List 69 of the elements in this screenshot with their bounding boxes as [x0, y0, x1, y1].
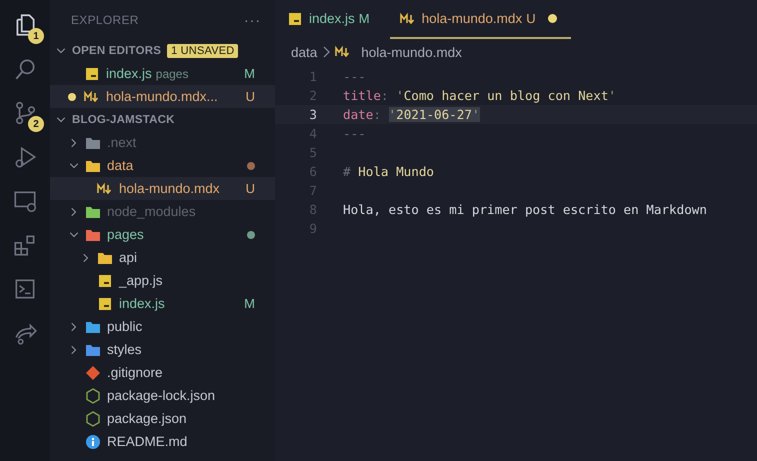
- file-item[interactable]: hola-mundo.mdx U: [50, 177, 275, 200]
- file-item[interactable]: package-lock.json: [50, 384, 275, 407]
- folder-item[interactable]: styles: [50, 338, 275, 361]
- more-actions-button[interactable]: ···: [244, 12, 261, 28]
- folder-name: styles: [107, 342, 143, 357]
- git-icon: [85, 364, 101, 380]
- git-status: M: [244, 296, 255, 311]
- code-line: ---: [343, 69, 366, 84]
- file-item[interactable]: package.json: [50, 407, 275, 430]
- info-icon: [85, 434, 101, 450]
- folder-name: api: [119, 250, 138, 265]
- code-line: date: '2021-06-27': [343, 107, 480, 122]
- line-number: 3: [308, 107, 318, 122]
- markdown-icon: [400, 10, 416, 26]
- open-editor-item[interactable]: hola-mundo.mdx... U: [50, 85, 275, 108]
- code-line: title: 'Como hacer un blog con Next': [343, 88, 616, 103]
- panel-title: EXPLORER: [71, 12, 139, 26]
- text-selection: '2021-06-27': [388, 107, 480, 122]
- code-line: Hola, esto es mi primer post escrito en Markdown: [343, 202, 707, 217]
- section-title: OPEN EDITORS: [72, 44, 162, 56]
- markdown-icon: [97, 180, 113, 196]
- folder-item[interactable]: public: [50, 315, 275, 338]
- breadcrumb-item[interactable]: hola-mundo.mdx: [361, 44, 462, 60]
- folder-item[interactable]: api: [50, 246, 275, 269]
- file-name: _app.js: [119, 273, 164, 288]
- file-name: hola-mundo.mdx...: [106, 89, 219, 104]
- git-status: U: [246, 89, 255, 104]
- folder-item[interactable]: pages: [50, 223, 275, 246]
- folder-path: pages: [156, 66, 190, 80]
- folder-item[interactable]: data: [50, 154, 275, 177]
- folder-name: node_modules: [107, 204, 197, 219]
- breadcrumb-item[interactable]: data: [291, 44, 318, 60]
- js-file-icon: [97, 272, 113, 288]
- file-item[interactable]: index.js M: [50, 292, 275, 315]
- git-status: M: [244, 66, 255, 81]
- node-icon: [85, 388, 101, 404]
- open-editor-item[interactable]: index.js pages M: [50, 62, 275, 85]
- file-name: hola-mundo.mdx: [119, 181, 221, 196]
- folder-name: public: [107, 319, 144, 334]
- file-name: package.json: [107, 411, 188, 426]
- git-status: U: [246, 181, 255, 196]
- file-name: index.js: [106, 66, 152, 81]
- node-icon: [85, 410, 101, 426]
- code-line: ---: [343, 126, 366, 141]
- file-name: package-lock.json: [107, 388, 216, 403]
- js-file-icon: [97, 296, 113, 312]
- folder-name: .next: [107, 135, 138, 150]
- count-badge: 2: [28, 116, 44, 132]
- file-name: README.md: [107, 434, 188, 449]
- count-badge: 1: [28, 28, 44, 44]
- code-line: # Hola Mundo: [343, 164, 434, 179]
- editor-tab[interactable]: index.js M: [275, 0, 382, 39]
- file-name: index.js: [119, 296, 166, 311]
- markdown-icon: [84, 88, 100, 104]
- editor-tab[interactable]: hola-mundo.mdx U: [390, 0, 571, 39]
- folder-name: pages: [107, 227, 145, 242]
- file-item[interactable]: _app.js: [50, 269, 275, 292]
- section-header[interactable]: OPEN EDITORS 1 UNSAVED: [50, 39, 275, 62]
- breadcrumb-separator-icon: [321, 46, 332, 58]
- file-name: .gitignore: [107, 365, 164, 380]
- section-title: BLOG-JAMSTACK: [72, 114, 175, 126]
- section-header[interactable]: BLOG-JAMSTACK: [50, 108, 275, 131]
- js-file-icon: [287, 10, 303, 26]
- unsaved-badge: 1 UNSAVED: [167, 44, 238, 58]
- file-item[interactable]: .gitignore: [50, 361, 275, 384]
- markdown-icon: [335, 44, 352, 60]
- js-file-icon: [84, 66, 100, 82]
- file-item[interactable]: README.md: [50, 430, 275, 453]
- folder-name: data: [107, 158, 134, 173]
